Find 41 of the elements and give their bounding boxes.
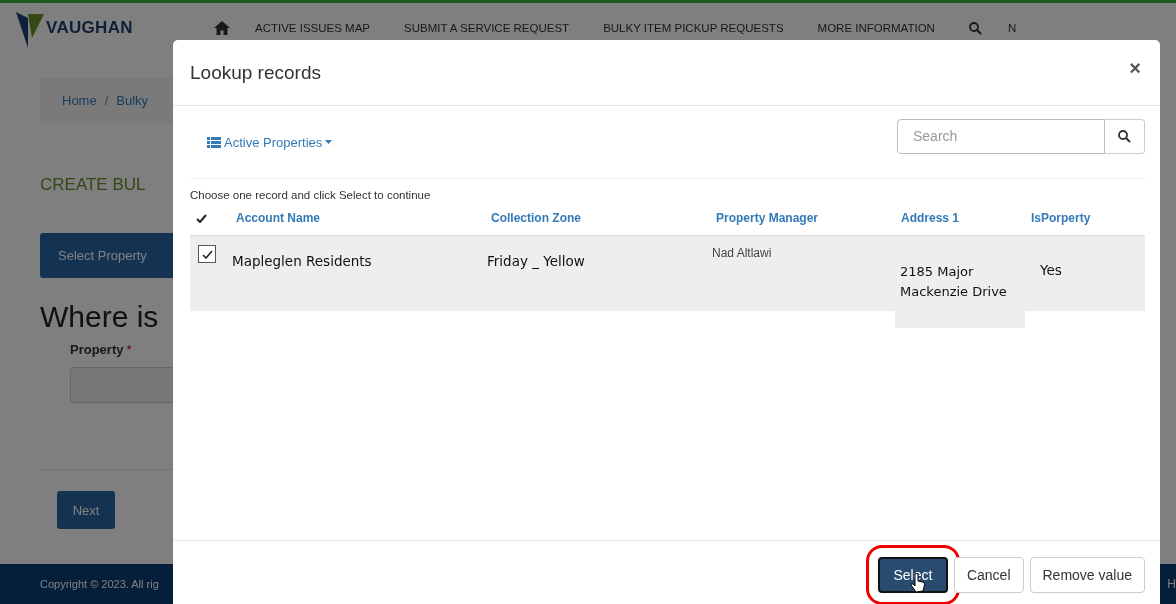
breadcrumb-separator: / [104,93,109,108]
required-mark: * [126,342,132,357]
field-label: Property [70,342,124,357]
check-icon [196,214,207,223]
table-cell: Yes [1025,236,1145,311]
page-heading: Where is [40,300,160,334]
table-cell: Friday _ Yellow [485,236,710,311]
table-cell: Mapleglen Residents [230,236,485,311]
footer-text: H [1167,577,1176,591]
breadcrumb-link[interactable]: Bulky [116,93,149,108]
nav-link[interactable]: N [1007,22,1017,34]
next-button[interactable]: Next [57,491,115,529]
caret-icon [325,140,333,144]
table-cell: Nad Altlawi [710,236,895,311]
search-icon [1118,129,1131,143]
logo-text: VAUGHAN [46,18,133,38]
list-icon [207,136,221,148]
instruction-text: Choose one record and click Select to continue [190,189,432,201]
check-icon [201,249,213,259]
column-header[interactable]: IsPorperty [1025,211,1145,225]
checkbox[interactable] [198,245,216,263]
close-button[interactable]: × [1125,57,1145,80]
column-header[interactable]: Account Name [230,211,485,225]
table-cell: 2185 Major Mackenzie Drive [895,236,1025,328]
search-icon[interactable] [968,21,982,35]
nav-link[interactable]: SUBMIT A SERVICE REQUEST [404,22,570,34]
copyright-text: Copyright © 2023. All rig [40,578,159,590]
view-dropdown[interactable]: Active Properties [207,134,333,150]
breadcrumb-link[interactable]: Home [62,93,97,108]
nav-link[interactable]: ACTIVE ISSUES MAP [255,22,371,34]
nav-link[interactable]: BULKY ITEM PICKUP REQUESTS [603,22,784,34]
column-header[interactable]: Address 1 [895,211,1025,225]
home-icon[interactable] [214,21,230,35]
search-field[interactable]: Search [897,118,1105,154]
nav-link[interactable]: MORE INFORMATION [817,22,935,34]
cancel-button[interactable]: Cancel [953,556,1024,593]
remove-value-button[interactable]: Remove value [1029,556,1145,593]
search-button[interactable] [1105,118,1145,154]
column-header[interactable]: Collection Zone [485,211,710,225]
dialog-title: Lookup records [190,61,321,84]
column-header[interactable]: Property Manager [710,211,895,225]
